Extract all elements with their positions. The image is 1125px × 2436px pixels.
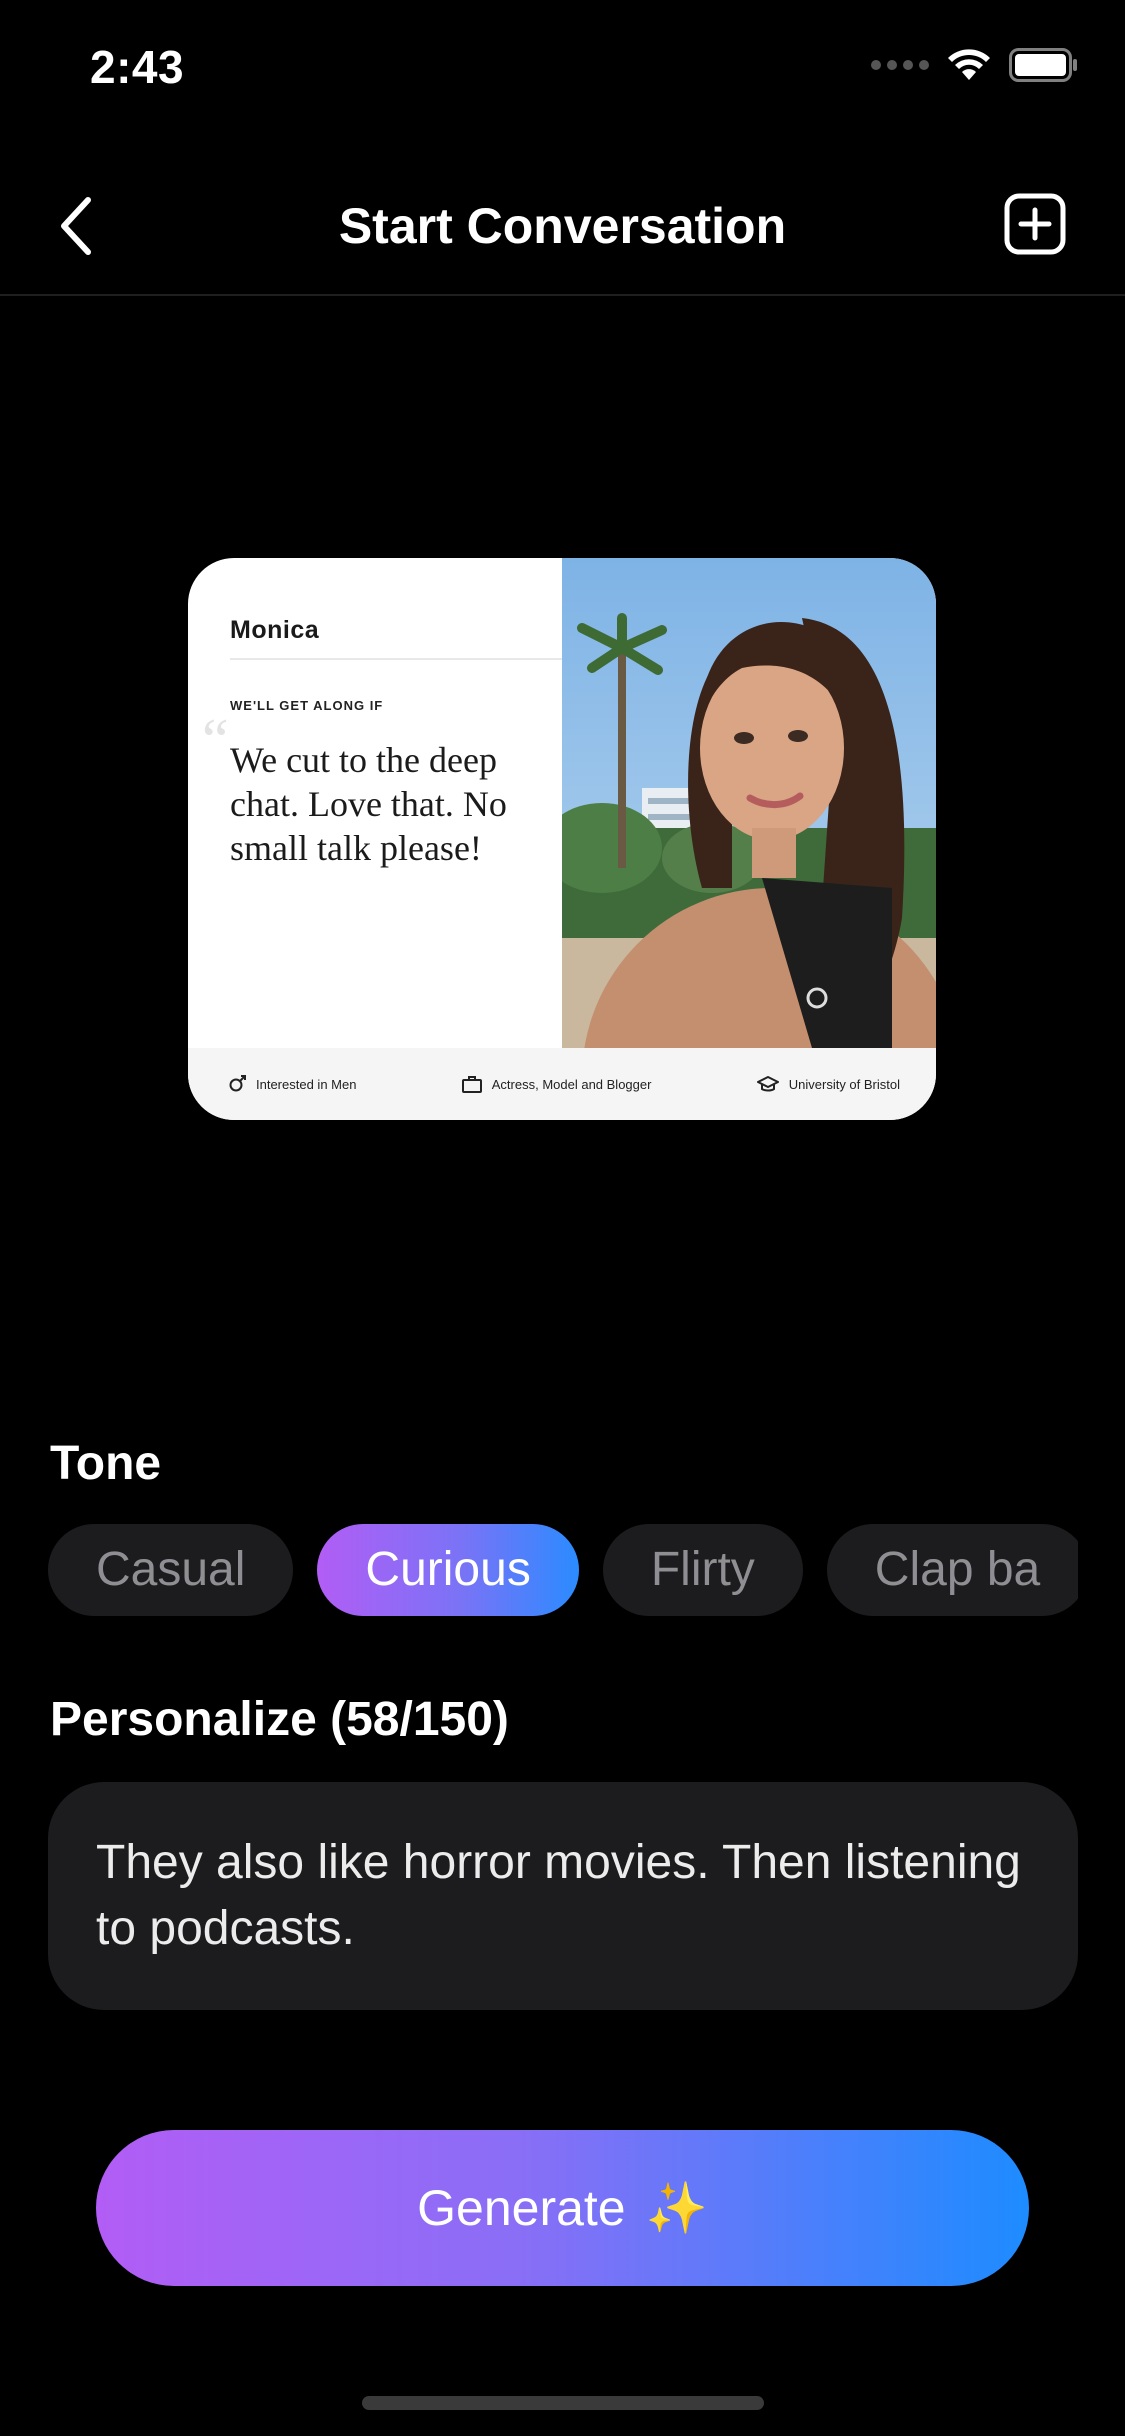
profile-prompt-panel: Monica WE'LL GET ALONG IF “ We cut to th… (188, 558, 562, 1048)
start-conversation-screen: 2:43 Start Conversation Monica WE'LL GET… (0, 0, 1125, 2436)
tone-chip-casual[interactable]: Casual (48, 1524, 294, 1616)
tone-chip-curious[interactable]: Curious (317, 1524, 579, 1616)
home-indicator[interactable] (362, 2396, 764, 2410)
nav-bar: Start Conversation (0, 160, 1125, 296)
plus-square-icon (1004, 193, 1066, 255)
interest-info: Interested in Men (228, 1073, 356, 1095)
page-title: Start Conversation (338, 198, 787, 254)
tone-selector: Casual Curious Flirty Clap ba (48, 1524, 1078, 1616)
graduation-cap-icon (756, 1076, 779, 1092)
sparkles-icon: ✨ (645, 2179, 708, 2236)
tone-heading: Tone (50, 1437, 162, 1490)
profile-photo (562, 558, 936, 1048)
divider (230, 658, 562, 660)
gender-icon (229, 1075, 246, 1092)
new-conversation-button[interactable] (995, 184, 1075, 264)
briefcase-icon (461, 1076, 482, 1093)
profile-footer: Interested in Men Actress, Model and Blo… (188, 1048, 936, 1120)
profile-photo-image (562, 558, 936, 1048)
generate-button[interactable]: Generate ✨ (96, 2130, 1029, 2286)
prompt-answer: We cut to the deep chat. Love that. No s… (230, 740, 507, 868)
cellular-signal-icon (871, 60, 929, 70)
personalize-heading: Personalize (58/150) (50, 1693, 509, 1746)
status-bar: 2:43 (0, 0, 1125, 130)
status-time: 2:43 (90, 41, 185, 93)
job-info: Actress, Model and Blogger (461, 1075, 652, 1093)
prompt-label: WE'LL GET ALONG IF (230, 698, 384, 713)
school-info: University of Bristol (756, 1075, 900, 1093)
battery-icon (1009, 48, 1077, 82)
tone-chip-clap-back[interactable]: Clap ba (826, 1524, 1078, 1616)
generate-label: Generate (417, 2180, 626, 2236)
interest-text: Interested in Men (256, 1076, 357, 1092)
tone-chip-flirty[interactable]: Flirty (602, 1524, 803, 1616)
personalize-input[interactable]: They also like horror movies. Then liste… (48, 1782, 1078, 2010)
profile-card: Monica WE'LL GET ALONG IF “ We cut to th… (188, 558, 936, 1120)
status-icons (871, 48, 1079, 82)
job-text: Actress, Model and Blogger (491, 1076, 652, 1092)
school-text: University of Bristol (788, 1076, 900, 1092)
quote-mark-icon: “ (202, 707, 229, 773)
profile-name: Monica (230, 616, 320, 644)
wifi-icon (948, 49, 990, 80)
